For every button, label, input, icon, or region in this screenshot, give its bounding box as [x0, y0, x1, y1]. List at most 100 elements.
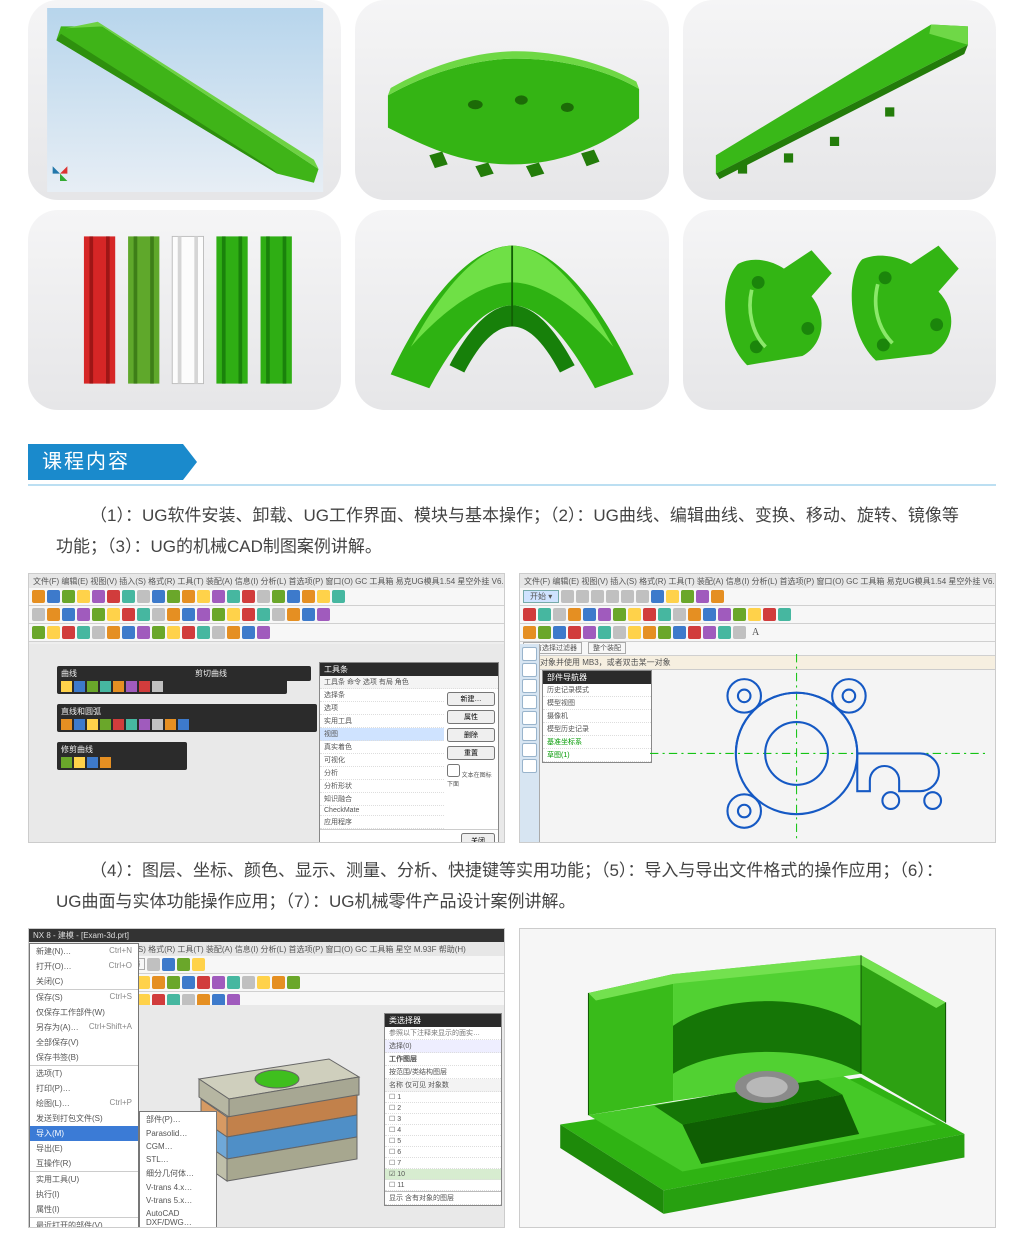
submenu-item: STL… [140, 1153, 216, 1166]
layer-row[interactable]: ☐ 3 [385, 1114, 501, 1125]
float-trimcurve-toolbar[interactable]: 修剪曲线 [57, 742, 187, 770]
list-item[interactable]: 分析 [320, 767, 444, 780]
fairing-icon [368, 218, 656, 402]
list-item[interactable]: 实用工具 [320, 715, 444, 728]
props-button[interactable]: 属性 [447, 710, 495, 724]
list-item[interactable]: 摄像机 [543, 710, 651, 723]
submenu-item: 细分几何体… [140, 1166, 216, 1181]
cad-drawing [650, 654, 985, 843]
submenu-item: V-trans 4.x… [140, 1181, 216, 1194]
list-item[interactable]: 模型历史记录 [543, 723, 651, 736]
ug-screenshot-import: NX 8 - 建模 - [Exam-3d.prt] 文件(F) 编辑(E) 视图… [28, 928, 505, 1228]
import-submenu[interactable]: 部件(P)… Parasolid… CGM… STL… 细分几何体… V-tra… [139, 1111, 217, 1228]
menu-item: 实用工具(U) [30, 1171, 138, 1187]
menu-item: 最近打开的部件(V) [30, 1217, 138, 1228]
float-trim-toolbar[interactable]: 剪切曲线 [191, 666, 311, 681]
submenu-item: 部件(P)… [140, 1112, 216, 1127]
delete-button[interactable]: 删除 [447, 728, 495, 742]
model-gallery-row1 [0, 0, 1024, 210]
list-item[interactable]: 选择条 [320, 689, 444, 702]
menu-bar[interactable]: 文件(F) 编辑(E) 视图(V) 插入(S) 格式(R) 工具(T) 装配(A… [29, 574, 504, 588]
curriculum-paragraph-2: （4）：图层、坐标、颜色、显示、测量、分析、快捷键等实用功能；（5）：导入与导出… [0, 855, 1024, 928]
side-palette [520, 644, 540, 842]
toolbar-list: 选择条 选项 实用工具 视图 真实着色 可视化 分析 分析形状 知识融合 Che… [320, 689, 444, 829]
class-selector-panel[interactable]: 类选择器 参照以下注释来显示的面实… 选择(0) 工作图层 按范围/类结构图层 … [384, 1013, 502, 1206]
panel-footer[interactable]: 显示 含有对象的图层 [385, 1191, 501, 1205]
menu-item: 新建(N)… Ctrl+N [30, 944, 138, 959]
screenshot-row-2: NX 8 - 建模 - [Exam-3d.prt] 文件(F) 编辑(E) 视图… [0, 928, 1024, 1240]
menu-item: 属性(I) [30, 1202, 138, 1217]
menu-item: 执行(I) [30, 1187, 138, 1202]
part-navigator[interactable]: 部件导航器 历史记录模式 模型视图 摄像机 模型历史记录 基准坐标系 草图(1) [542, 670, 652, 763]
file-menu[interactable]: 新建(N)… Ctrl+N 打开(O)… Ctrl+O 关闭(C) 保存(S) … [29, 943, 139, 1228]
rail-icon [41, 8, 329, 192]
toolbar-row-3: A [520, 624, 995, 642]
toolbar-customize-dialog[interactable]: 工具条 工具条 命令 选项 有局 角色 选择条 选项 实用工具 视图 真实着色 … [319, 662, 499, 843]
dialog-title: 工具条 [320, 663, 498, 676]
toolbar-row-1: 开始 ▾ [520, 588, 995, 606]
list-item[interactable]: 模型视图 [543, 697, 651, 710]
assembly-dropdown[interactable]: 整个装配 [588, 642, 626, 654]
reset-button[interactable]: 重置 [447, 746, 495, 760]
close-button[interactable]: 关闭 [461, 833, 495, 843]
dialog-tabs[interactable]: 工具条 命令 选项 有局 角色 [320, 676, 498, 689]
toolbar-row-3 [29, 624, 504, 642]
layers-header: 按范围/类结构图层 [385, 1066, 501, 1079]
layer-columns: 名称 仅可见 对象数 [385, 1079, 501, 1092]
toolbar-row-2 [29, 606, 504, 624]
menu-item: 保存书签(B) [30, 1050, 138, 1065]
list-item[interactable]: 知识融合 [320, 793, 444, 806]
submenu-item: Parasolid… [140, 1127, 216, 1140]
menu-item: 互操作(R) [30, 1156, 138, 1171]
list-item[interactable]: 可视化 [320, 754, 444, 767]
list-item[interactable]: 分析形状 [320, 780, 444, 793]
layer-row[interactable]: ☐ 5 [385, 1136, 501, 1147]
submenu-item: V-trans 5.x… [140, 1194, 216, 1207]
list-item[interactable]: 真实着色 [320, 741, 444, 754]
list-item[interactable]: 选项 [320, 702, 444, 715]
layer-row[interactable]: ☐ 11 [385, 1180, 501, 1191]
list-item[interactable]: 视图 [320, 728, 444, 741]
menu-item: 关闭(C) [30, 974, 138, 989]
list-item[interactable]: 应用程序 [320, 816, 444, 829]
menu-bar[interactable]: 文件(F) 编辑(E) 视图(V) 插入(S) 格式(R) 工具(T) 装配(A… [520, 574, 995, 588]
list-item[interactable]: 草图(1) [543, 749, 651, 762]
layer-row[interactable]: ☐ 4 [385, 1125, 501, 1136]
menu-item: 选项(T) [30, 1065, 138, 1081]
list-item[interactable]: CheckMate [320, 806, 444, 816]
layer-row[interactable]: ☐ 6 [385, 1147, 501, 1158]
list-item[interactable]: 基准坐标系 [543, 736, 651, 749]
layer-row[interactable]: ☐ 2 [385, 1103, 501, 1114]
model-gallery-row2 [0, 210, 1024, 420]
cad-model-crossmember [355, 0, 668, 200]
select-row[interactable]: 选择(0) [385, 1040, 501, 1053]
cad-model-rail [28, 0, 341, 200]
curriculum-paragraph-1: （1）：UG软件安装、卸载、UG工作界面、模块与基本操作；（2）：UG曲线、编辑… [0, 500, 1024, 573]
submenu-item: AutoCAD DXF/DWG… [140, 1207, 216, 1228]
section-title: 课程内容 [28, 444, 183, 480]
cad-model-brackets [683, 210, 996, 410]
ug-screenshot-cad-drafting: 文件(F) 编辑(E) 视图(V) 插入(S) 格式(R) 工具(T) 装配(A… [519, 573, 996, 843]
toolbar-row-2 [520, 606, 995, 624]
float-linearc-toolbar[interactable]: 直线和圆弧 [57, 704, 317, 732]
panel-hint: 参照以下注释来显示的面实… [385, 1027, 501, 1040]
crossmember-icon [368, 8, 656, 192]
section-banner: 课程内容 [28, 444, 996, 486]
brackets-icon [695, 218, 983, 402]
list-item[interactable]: 历史记录模式 [543, 684, 651, 697]
start-dropdown[interactable]: 开始 ▾ [523, 590, 559, 603]
layer-row[interactable]: ☐ 1 [385, 1092, 501, 1103]
layer-row[interactable]: ☐ 7 [385, 1158, 501, 1169]
mold-half-icon [532, 936, 983, 1219]
panel-title: 类选择器 [385, 1014, 501, 1027]
new-button[interactable]: 新建… [447, 692, 495, 706]
text-under-icon-checkbox[interactable] [447, 764, 460, 777]
submenu-item: CGM… [140, 1140, 216, 1153]
menu-item: 导出(E) [30, 1141, 138, 1156]
menu-item: 仅保存工作部件(W) [30, 1005, 138, 1020]
pillars-icon [41, 218, 329, 402]
menu-item: 打开(O)… Ctrl+O [30, 959, 138, 974]
cad-model-wing [683, 0, 996, 200]
menu-item: 另存为(A)… Ctrl+Shift+A [30, 1020, 138, 1035]
layer-row[interactable]: ☑ 10 [385, 1169, 501, 1180]
